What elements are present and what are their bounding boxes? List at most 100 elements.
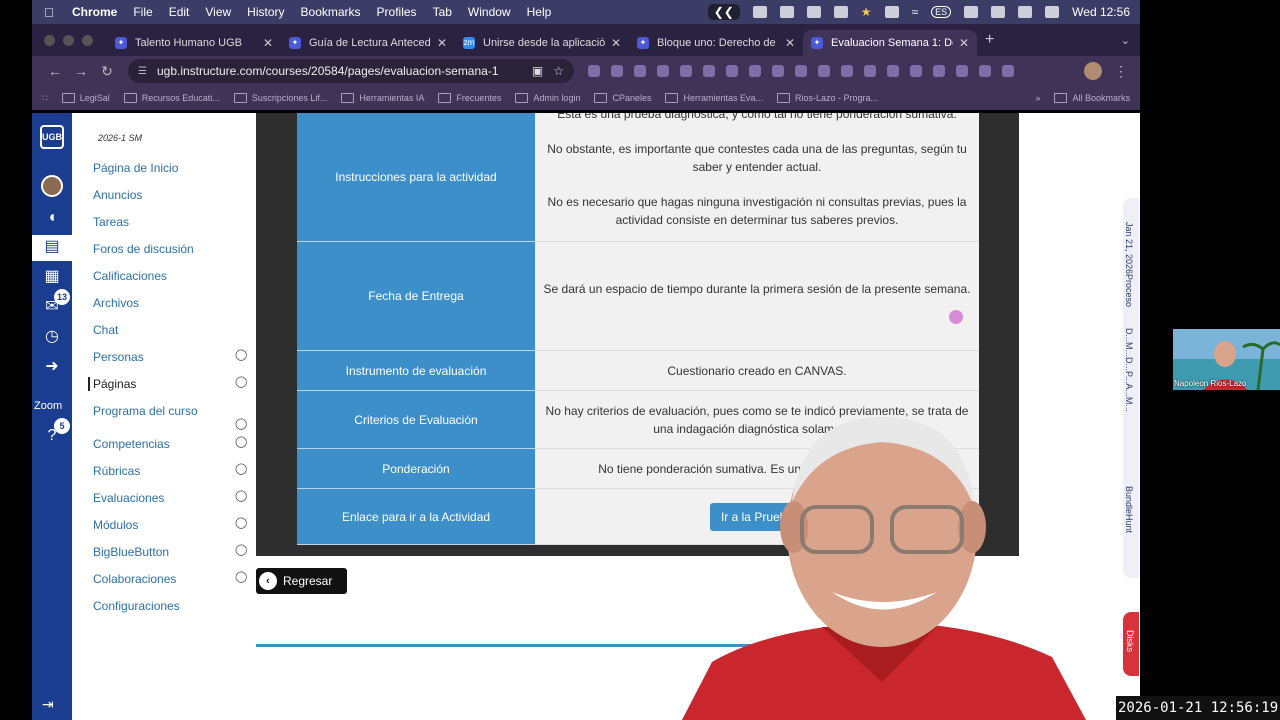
menu-profiles[interactable]: Profiles (377, 5, 417, 19)
nav-modules[interactable]: Módulos (93, 518, 138, 532)
profile-avatar[interactable] (1084, 62, 1102, 80)
volume-icon[interactable] (964, 6, 979, 18)
tab-zoom[interactable]: zm Unirse desde la aplicación Zoom ✕ (455, 30, 629, 56)
extension-icon[interactable] (588, 65, 600, 77)
bookmark-link[interactable]: Rios-Lazo - Progra... (777, 93, 878, 103)
history-icon[interactable]: ◷ (40, 325, 64, 349)
bookmark-folder[interactable]: Admin login (515, 93, 580, 103)
menu-kebab-icon[interactable]: ⋮ (1114, 63, 1128, 80)
menu-tab[interactable]: Tab (433, 5, 452, 19)
minimize-window-button[interactable] (63, 34, 74, 46)
menu-file[interactable]: File (133, 5, 152, 19)
clipboard-icon[interactable] (833, 6, 848, 18)
zoom-nav-label[interactable]: Zoom (34, 400, 62, 412)
extension-icon[interactable] (887, 65, 899, 77)
extension-icon[interactable] (910, 65, 922, 77)
chevrons-icon[interactable]: ❮❮ (707, 4, 740, 20)
extension-icon[interactable] (749, 65, 761, 77)
nav-discussions[interactable]: Foros de discusión (93, 242, 194, 256)
close-tab-icon[interactable]: ✕ (959, 36, 969, 50)
screen-share-icon[interactable] (752, 6, 767, 18)
cast-icon[interactable]: ▣ (532, 64, 543, 78)
bundlehunt-label[interactable]: BundleHunt (1124, 486, 1134, 533)
collapse-nav-icon[interactable]: ⇥ (42, 696, 54, 713)
bookmark-folder[interactable]: Suscripciones Lif... (234, 93, 328, 103)
nav-people[interactable]: Personas (93, 350, 144, 364)
menu-window[interactable]: Window (468, 5, 511, 19)
menu-history[interactable]: History (247, 5, 284, 19)
close-tab-icon[interactable]: ✕ (263, 36, 273, 50)
help-icon[interactable]: ? 5 (40, 418, 70, 448)
clock[interactable]: Wed 12:56 (1072, 5, 1130, 19)
menu-app-name[interactable]: Chrome (72, 5, 117, 19)
close-window-button[interactable] (44, 34, 55, 46)
nav-syllabus[interactable]: Programa del curso (93, 404, 198, 418)
menu-help[interactable]: Help (527, 5, 552, 19)
nav-collaborations[interactable]: Colaboraciones (93, 572, 176, 586)
extension-icon[interactable] (772, 65, 784, 77)
back-button[interactable]: ‹ Regresar (256, 568, 347, 594)
bookmark-star-icon[interactable]: ☆ (553, 64, 564, 78)
nav-quizzes[interactable]: Evaluaciones (93, 491, 164, 505)
app-icon[interactable] (779, 6, 794, 18)
input-source[interactable]: ES (931, 6, 952, 18)
bookmark-folder[interactable]: Recursos Educati... (124, 93, 220, 103)
nav-assignments[interactable]: Tareas (93, 215, 129, 229)
courses-icon[interactable]: ▤ (32, 235, 72, 261)
more-bookmarks-icon[interactable]: » (1035, 93, 1040, 103)
apps-grid-icon[interactable]: ∷ (42, 93, 48, 104)
site-info-icon[interactable]: ☰ (138, 66, 147, 77)
control-center-icon[interactable] (1045, 6, 1060, 18)
nav-bigbluebutton[interactable]: BigBlueButton (93, 545, 169, 559)
extension-icon[interactable] (933, 65, 945, 77)
bookmark-folder[interactable]: Herramientas IA (341, 93, 424, 103)
nav-chat[interactable]: Chat (93, 323, 118, 337)
nav-home[interactable]: Página de Inicio (93, 161, 178, 175)
extension-icon[interactable] (795, 65, 807, 77)
reload-icon[interactable]: ↻ (94, 63, 120, 80)
draw-icon[interactable] (806, 6, 821, 18)
url-text[interactable]: ugb.instructure.com/courses/20584/pages/… (157, 64, 522, 78)
bookmark-folder[interactable]: Herramientas Eva... (665, 93, 763, 103)
forward-icon[interactable]: → (68, 63, 94, 79)
tab-guia-lectura[interactable]: ✦ Guía de Lectura Antecedentes ✕ (281, 30, 455, 56)
extension-icon[interactable] (979, 65, 991, 77)
extension-icon[interactable] (703, 65, 715, 77)
dropbox-icon[interactable] (1018, 6, 1033, 18)
star-icon[interactable]: ★ (861, 5, 872, 19)
inbox-icon[interactable]: ✉ 13 (40, 289, 70, 319)
nav-outcomes[interactable]: Competencias (93, 437, 170, 451)
tab-evaluacion-semana-1[interactable]: ✦ Evaluacion Semana 1: Derecho ✕ (803, 30, 977, 56)
tab-talento-humano[interactable]: ✦ Talento Humano UGB ✕ (107, 30, 281, 56)
wifi-icon[interactable]: ≈ (912, 5, 919, 19)
tab-bloque-uno[interactable]: ✦ Bloque uno: Derecho de las Comunicacion… (629, 30, 803, 56)
logout-icon[interactable]: ➜ (40, 355, 64, 379)
extension-icon[interactable] (611, 65, 623, 77)
bookmark-folder[interactable]: LegiSal (62, 93, 110, 103)
calendar-icon[interactable]: ▦ (40, 265, 64, 289)
extension-icon[interactable] (634, 65, 646, 77)
close-tab-icon[interactable]: ✕ (785, 36, 795, 50)
nav-pages[interactable]: Páginas (88, 377, 136, 391)
apple-icon[interactable]:  (44, 5, 64, 20)
all-bookmarks[interactable]: All Bookmarks (1054, 93, 1130, 103)
dashboard-icon[interactable]: ◖ (40, 206, 64, 230)
tab-search-icon[interactable]: ⌄ (1121, 34, 1130, 47)
extension-icon[interactable] (818, 65, 830, 77)
extension-icon[interactable] (657, 65, 669, 77)
ugb-logo-icon[interactable]: UGB (40, 125, 64, 149)
right-edge-sidebar[interactable]: Jan 21, 2026Proceso D...M...D...P...A...… (1123, 198, 1139, 578)
timer-icon[interactable] (884, 6, 899, 18)
extension-icon[interactable] (680, 65, 692, 77)
back-icon[interactable]: ← (42, 63, 68, 79)
close-tab-icon[interactable]: ✕ (437, 36, 447, 50)
disks-tab[interactable]: Disks (1123, 612, 1139, 676)
new-tab-button[interactable]: + (985, 31, 994, 49)
extension-icon[interactable] (726, 65, 738, 77)
account-avatar[interactable] (41, 175, 63, 197)
bookmark-folder[interactable]: CPaneles (594, 93, 651, 103)
nav-announcements[interactable]: Anuncios (93, 188, 142, 202)
battery-icon[interactable] (991, 6, 1006, 18)
bookmark-folder[interactable]: Frecuentes (438, 93, 501, 103)
menu-edit[interactable]: Edit (169, 5, 190, 19)
